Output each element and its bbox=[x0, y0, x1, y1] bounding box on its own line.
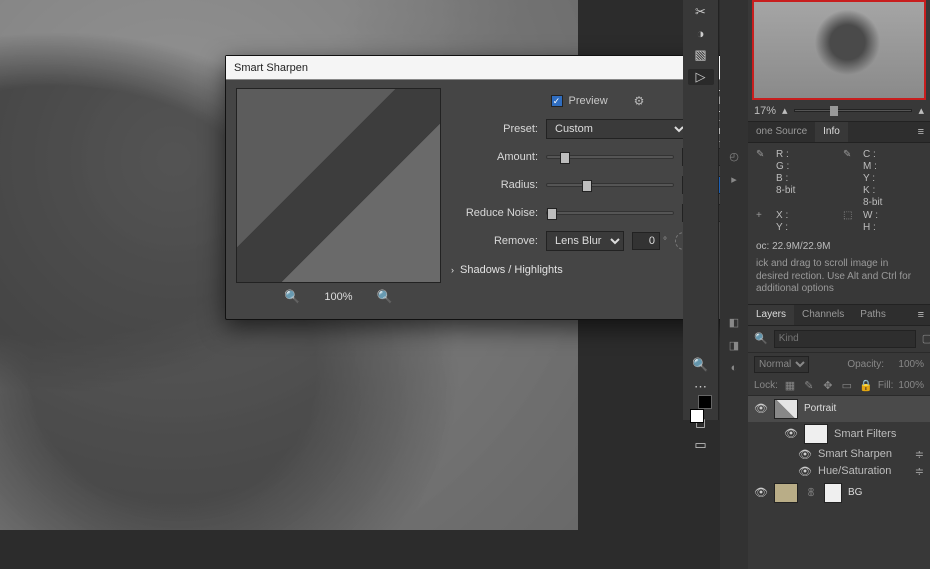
tab-info[interactable]: Info bbox=[815, 122, 848, 142]
lock-pos-icon[interactable]: ✥ bbox=[821, 379, 835, 392]
opacity-value[interactable]: 100% bbox=[890, 359, 924, 370]
lock-nest-icon[interactable]: ▭ bbox=[840, 379, 854, 392]
preview-checkbox[interactable]: ✓ Preview bbox=[551, 95, 608, 107]
filter-hue-saturation[interactable]: 👁 Hue/Saturation ≑ bbox=[778, 463, 930, 480]
layers-tabs: Layers Channels Paths ≡ bbox=[748, 304, 930, 326]
filter-pixel-icon[interactable]: ▢ bbox=[922, 332, 930, 345]
visibility-icon[interactable]: 👁 bbox=[754, 402, 768, 415]
screenmode-icon[interactable]: ▭ bbox=[688, 437, 714, 453]
eyedropper-tool-icon[interactable]: ◑ bbox=[688, 26, 714, 41]
background-swatch[interactable] bbox=[698, 395, 712, 409]
history-panel-icon[interactable]: ◴ bbox=[727, 150, 741, 163]
search-icon[interactable]: 🔍 bbox=[754, 332, 768, 345]
chevron-right-icon: › bbox=[451, 265, 454, 275]
nav-zoom-in-icon[interactable]: ▴ bbox=[918, 104, 924, 117]
noise-slider[interactable] bbox=[546, 211, 674, 215]
filter-blend-icon[interactable]: ≑ bbox=[915, 465, 924, 478]
radius-slider[interactable] bbox=[546, 183, 674, 187]
amount-slider[interactable] bbox=[546, 155, 674, 159]
zoom-out-icon[interactable]: 🔍 bbox=[284, 289, 300, 305]
tab-paths[interactable]: Paths bbox=[852, 305, 894, 325]
adjustments-panel-icon[interactable]: ◐ bbox=[727, 362, 741, 374]
zoom-in-icon[interactable]: 🔍 bbox=[377, 289, 393, 305]
fill-value[interactable]: 100% bbox=[898, 380, 924, 391]
filter-blend-icon[interactable]: ≑ bbox=[915, 448, 924, 461]
mask-thumb[interactable] bbox=[804, 424, 828, 444]
crop-tool-icon[interactable]: ✂ bbox=[688, 4, 714, 20]
dimensions-icon: ⬚ bbox=[843, 210, 857, 233]
layer-filter-input[interactable] bbox=[774, 330, 916, 348]
layer-row-portrait[interactable]: 👁 Portrait bbox=[748, 396, 930, 422]
radius-label: Radius: bbox=[451, 179, 546, 191]
gear-icon[interactable]: ⚙ bbox=[634, 94, 645, 108]
foreground-swatch[interactable] bbox=[690, 409, 704, 423]
mask-thumb[interactable] bbox=[824, 483, 842, 503]
visibility-icon[interactable]: 👁 bbox=[754, 486, 768, 499]
swatches-panel-icon[interactable]: ◧ bbox=[727, 316, 741, 329]
visibility-icon[interactable]: 👁 bbox=[798, 465, 812, 478]
lock-trans-icon[interactable]: ▦ bbox=[783, 379, 797, 392]
info-readout: ✎ R : G : B : 8-bit ✎ C : M : Y : K : 8-… bbox=[748, 143, 930, 239]
blend-mode-select[interactable]: Normal bbox=[754, 356, 809, 373]
preview-image[interactable] bbox=[236, 88, 441, 283]
tab-channels[interactable]: Channels bbox=[794, 305, 852, 325]
pen-tool-icon[interactable]: ▷ bbox=[688, 69, 714, 85]
preset-select[interactable]: Custom bbox=[546, 119, 688, 139]
more-icon[interactable]: ⋯ bbox=[688, 379, 714, 395]
info-hint: ick and drag to scroll image in desired … bbox=[748, 254, 930, 304]
remove-angle-input[interactable] bbox=[632, 232, 660, 250]
nav-zoom-out-icon[interactable]: ▴ bbox=[782, 104, 788, 117]
filter-smart-sharpen[interactable]: 👁 Smart Sharpen ≑ bbox=[778, 446, 930, 463]
layer-row-bg[interactable]: 👁 𝟠 BG bbox=[748, 480, 930, 506]
zoom-tool-icon[interactable]: 🔍 bbox=[688, 357, 714, 373]
eyedropper2-icon: ✎ bbox=[843, 149, 857, 208]
ruler-tool-icon[interactable]: ▧ bbox=[688, 47, 714, 63]
amount-label: Amount: bbox=[451, 151, 546, 163]
navigator-zoom-pct: 17% bbox=[754, 105, 776, 117]
zoom-percent: 100% bbox=[324, 291, 352, 303]
visibility-icon[interactable]: 👁 bbox=[798, 448, 812, 461]
navigator-thumbnail[interactable] bbox=[752, 0, 926, 100]
smart-sharpen-dialog: Smart Sharpen ✕ OK Cancel 🔍 100% 🔍 ✓ Pre… bbox=[225, 55, 755, 320]
smart-filters-row[interactable]: 👁 Smart Filters bbox=[778, 422, 930, 446]
lock-all-icon[interactable]: 🔒 bbox=[859, 379, 873, 392]
layer-thumb[interactable] bbox=[774, 399, 798, 419]
collapsed-panels-strip: ◴ ▸ ◧ ◨ ◐ bbox=[720, 0, 748, 569]
right-panels: 17% ▴ ▴ one Source Info ≡ ✎ R : G : B : … bbox=[748, 0, 930, 569]
layer-thumb[interactable] bbox=[774, 483, 798, 503]
panel-menu-icon[interactable]: ≡ bbox=[912, 122, 930, 142]
visibility-icon[interactable]: 👁 bbox=[784, 427, 798, 440]
dialog-title-text: Smart Sharpen bbox=[234, 56, 308, 80]
layers-menu-icon[interactable]: ≡ bbox=[912, 305, 930, 325]
tab-clone-source[interactable]: one Source bbox=[748, 122, 815, 142]
remove-select[interactable]: Lens Blur bbox=[546, 231, 624, 251]
navigator-zoom-slider[interactable] bbox=[794, 109, 913, 112]
lock-paint-icon[interactable]: ✎ bbox=[802, 379, 816, 392]
info-tabs: one Source Info ≡ bbox=[748, 121, 930, 143]
tab-layers[interactable]: Layers bbox=[748, 305, 794, 325]
doc-size: oc: 22.9M/22.9M bbox=[748, 239, 930, 254]
preset-label: Preset: bbox=[451, 123, 546, 135]
check-icon: ✓ bbox=[551, 95, 563, 107]
link-icon[interactable]: 𝟠 bbox=[804, 486, 818, 499]
tools-toolbar: ✂ ◑ ▧ ▷ 🔍 ⋯ ◻ ▭ bbox=[683, 0, 719, 420]
noise-label: Reduce Noise: bbox=[451, 207, 546, 219]
remove-label: Remove: bbox=[451, 235, 546, 247]
crosshair-icon: + bbox=[756, 210, 770, 233]
actions-panel-icon[interactable]: ▸ bbox=[727, 173, 741, 186]
dialog-titlebar[interactable]: Smart Sharpen ✕ bbox=[226, 56, 754, 80]
styles-panel-icon[interactable]: ◨ bbox=[727, 339, 741, 352]
eyedropper-icon: ✎ bbox=[756, 149, 770, 208]
